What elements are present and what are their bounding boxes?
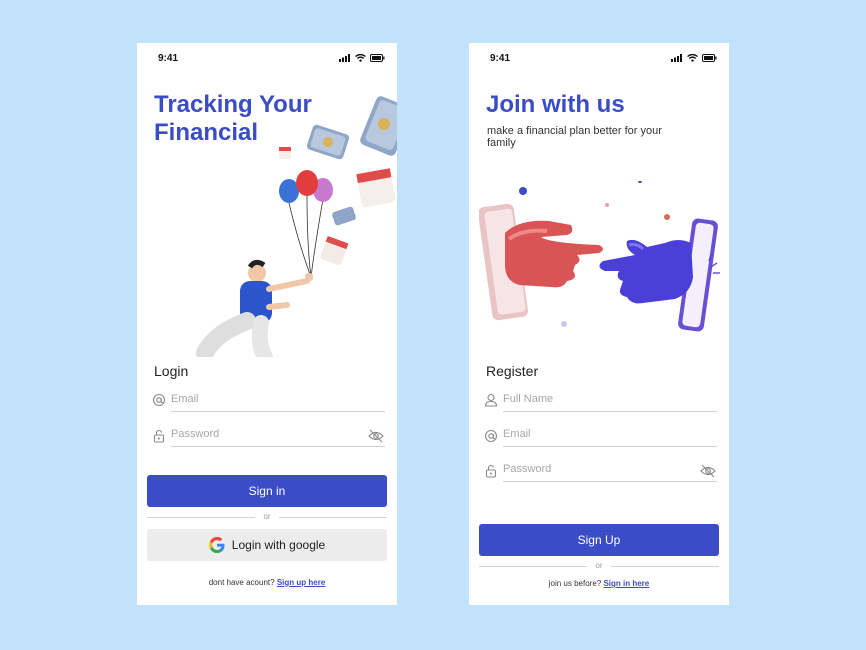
register-subtitle: make a financial plan better for your fa…	[487, 125, 662, 149]
status-icons	[339, 54, 385, 62]
sign-up-link[interactable]: Sign up here	[277, 578, 325, 587]
small-calendar-icon	[279, 147, 291, 159]
status-time: 9:41	[490, 53, 511, 64]
money-stack-icon	[360, 96, 397, 156]
status-time: 9:41	[158, 53, 179, 64]
google-button-label: Login with google	[231, 538, 326, 552]
login-email-input[interactable]	[171, 389, 385, 409]
person-figure	[196, 259, 313, 357]
eye-off-icon[interactable]	[700, 464, 716, 478]
or-text: or	[595, 561, 603, 570]
login-password-input[interactable]	[171, 424, 385, 444]
wifi-icon	[355, 54, 366, 62]
login-password-field[interactable]	[171, 424, 385, 447]
wifi-icon	[687, 54, 698, 62]
register-footer-text: join us before?	[548, 579, 602, 588]
status-icons	[671, 54, 717, 62]
red-hand-icon	[505, 220, 603, 288]
login-footer-text: dont have acount?	[208, 578, 275, 587]
signal-icon	[671, 54, 682, 62]
finance-illustration	[196, 96, 397, 357]
register-email-field[interactable]	[503, 424, 717, 447]
small-money-icon	[332, 206, 356, 226]
eye-off-icon[interactable]	[368, 429, 384, 443]
register-screen: 9:41 Join with us make a financial plan …	[469, 43, 729, 605]
sign-up-button[interactable]: Sign Up	[479, 524, 719, 556]
google-login-button[interactable]: Login with google	[147, 529, 387, 561]
login-section-label: Login	[154, 363, 189, 379]
fullname-field[interactable]	[503, 389, 717, 412]
login-footer: dont have acount? Sign up here	[137, 578, 397, 587]
register-footer: join us before? Sign in here	[469, 579, 729, 588]
at-icon	[152, 393, 166, 407]
sign-in-link[interactable]: Sign in here	[603, 579, 649, 588]
lock-icon	[485, 464, 497, 478]
login-email-field[interactable]	[171, 389, 385, 412]
fullname-input[interactable]	[503, 389, 717, 409]
or-divider: or	[479, 561, 719, 571]
user-icon	[484, 393, 498, 407]
battery-icon	[702, 54, 717, 62]
or-divider: or	[147, 512, 387, 522]
google-icon	[208, 537, 225, 553]
blue-hand-icon	[599, 239, 693, 304]
register-email-input[interactable]	[503, 424, 717, 444]
balloons-icon	[279, 170, 333, 203]
notebook-icon	[320, 235, 349, 266]
register-password-field[interactable]	[503, 459, 717, 482]
register-section-label: Register	[486, 363, 539, 379]
login-screen: 9:41 Tracking Your Financial Login Email…	[137, 43, 397, 605]
register-title: Join with us	[486, 91, 625, 118]
sign-in-button[interactable]: Sign in	[147, 475, 387, 507]
handshake-illustration	[479, 181, 720, 332]
calendar-icon	[356, 168, 396, 208]
at-icon	[484, 429, 498, 443]
register-password-input[interactable]	[503, 459, 717, 479]
money-bill-icon	[306, 124, 350, 160]
signal-icon	[339, 54, 350, 62]
battery-icon	[370, 54, 385, 62]
lock-icon	[153, 429, 165, 443]
or-text: or	[263, 512, 271, 521]
